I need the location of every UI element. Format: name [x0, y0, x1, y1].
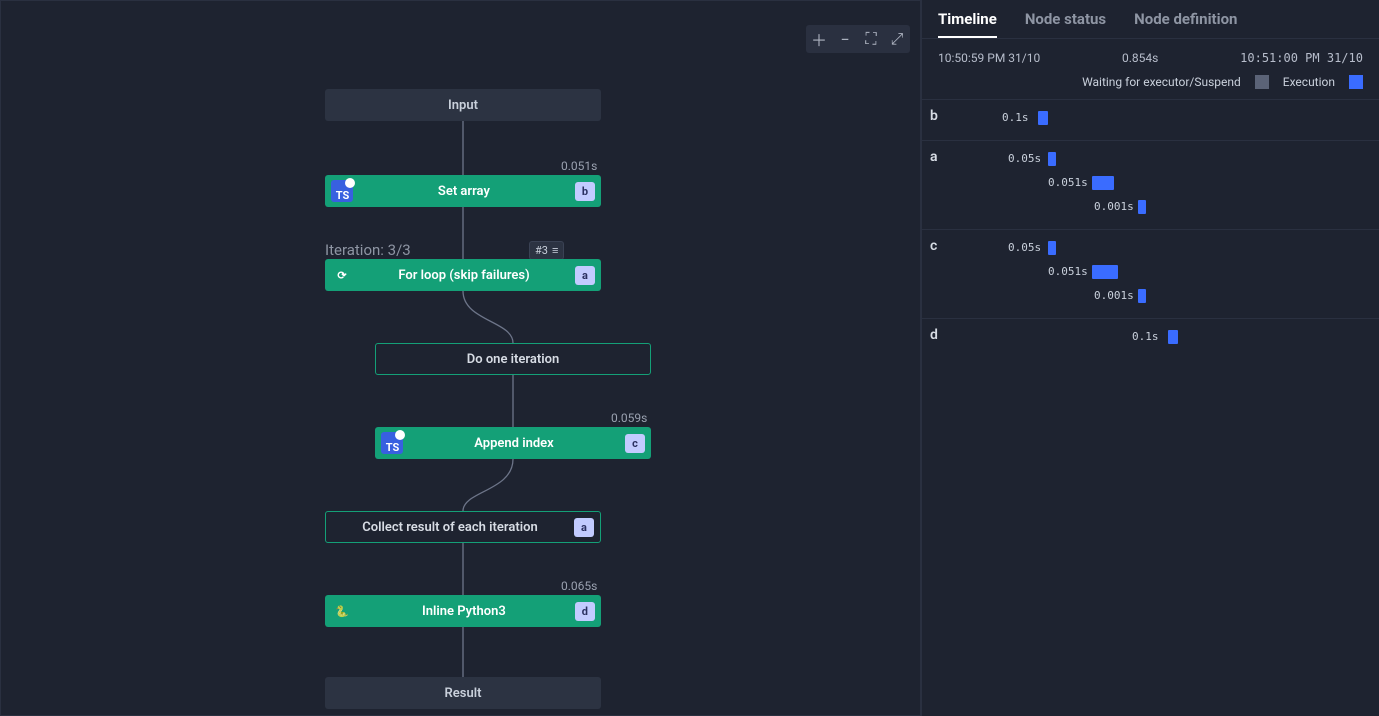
loop-icon: ⟳: [331, 264, 353, 286]
bar-duration: 0.05s: [1008, 152, 1041, 165]
node-badge: b: [575, 182, 595, 201]
timeline-bars: 0.1s: [948, 327, 1361, 351]
node-do-one-iteration[interactable]: Do one iteration: [375, 343, 651, 375]
tab-node-definition[interactable]: Node definition: [1134, 6, 1237, 38]
bar-duration: 0.051s: [1048, 265, 1088, 278]
fit-button[interactable]: ⛶: [858, 25, 884, 53]
timeline-row[interactable]: d 0.1s: [922, 318, 1379, 359]
node-label: For loop (skip failures): [353, 268, 575, 283]
bar-duration: 0.1s: [1002, 111, 1029, 124]
bar-duration: 0.05s: [1008, 241, 1041, 254]
timeline-bars: 0.05s 0.051s 0.001s: [948, 149, 1361, 221]
zoom-in-button[interactable]: ＋: [806, 25, 832, 53]
total-duration: 0.854s: [1122, 51, 1158, 65]
node-label: Inline Python3: [353, 604, 575, 619]
execution-bar: [1138, 200, 1146, 214]
legend-exec-label: Execution: [1283, 75, 1335, 89]
node-label: Do one iteration: [376, 352, 650, 367]
node-label: Collect result of each iteration: [326, 520, 574, 535]
node-badge: a: [575, 266, 595, 285]
node-label: Set array: [353, 184, 575, 199]
legend-wait-swatch: [1255, 75, 1269, 89]
tab-node-status[interactable]: Node status: [1025, 6, 1106, 38]
legend-exec-swatch: [1349, 75, 1363, 89]
timeline-row[interactable]: b 0.1s: [922, 99, 1379, 140]
timeline-header: 10:50:59 PM 31/10 0.854s 10:51:00 PM 31/…: [922, 39, 1379, 73]
execution-bar: [1048, 241, 1056, 255]
zoom-out-button[interactable]: −: [832, 25, 858, 53]
canvas-toolbar: ＋ − ⛶ ⤢: [806, 25, 910, 53]
duration-label: 0.065s: [561, 579, 597, 593]
tab-timeline[interactable]: Timeline: [938, 6, 997, 38]
tabs: Timeline Node status Node definition: [922, 0, 1379, 39]
node-badge: a: [574, 518, 594, 537]
plus-icon: ＋: [811, 27, 827, 51]
timeline-rows: b 0.1s a 0.05s 0.051s 0.001s c 0.05s 0.051s 0.001…: [922, 99, 1379, 359]
python-icon: 🐍: [331, 600, 353, 622]
iteration-number: #3: [535, 244, 548, 257]
fit-icon: ⛶: [865, 29, 876, 49]
end-time: 10:51:00 PM 31/10: [1240, 51, 1363, 65]
typescript-icon: TS: [331, 180, 353, 202]
execution-bar: [1048, 152, 1056, 166]
timeline-row-id: b: [930, 108, 948, 124]
execution-bar: [1138, 289, 1146, 303]
node-label: Input: [448, 98, 478, 113]
node-badge: d: [575, 602, 595, 621]
flow-area: Input 0.051s TS Set array b Iteration: 3…: [1, 1, 920, 715]
node-set-array[interactable]: TS Set array b: [325, 175, 601, 207]
filter-icon: ≡: [552, 244, 558, 257]
expand-button[interactable]: ⤢: [884, 25, 910, 53]
node-label: Result: [445, 686, 482, 701]
node-input[interactable]: Input: [325, 89, 601, 121]
node-for-loop[interactable]: ⟳ For loop (skip failures) a: [325, 259, 601, 291]
flow-canvas[interactable]: ＋ − ⛶ ⤢ Input 0.051s TS Set array b Iter…: [0, 0, 921, 716]
timeline-row[interactable]: a 0.05s 0.051s 0.001s: [922, 140, 1379, 229]
bar-duration: 0.1s: [1132, 330, 1159, 343]
execution-bar: [1038, 111, 1048, 125]
execution-bar: [1092, 265, 1118, 279]
timeline-row-id: a: [930, 149, 948, 165]
timeline-row[interactable]: c 0.05s 0.051s 0.001s: [922, 229, 1379, 318]
node-result[interactable]: Result: [325, 677, 601, 709]
minus-icon: −: [840, 30, 849, 49]
bar-duration: 0.001s: [1094, 289, 1134, 302]
timeline-legend: Waiting for executor/Suspend Execution: [922, 73, 1379, 99]
timeline-bars: 0.05s 0.051s 0.001s: [948, 238, 1361, 310]
expand-icon: ⤢: [891, 29, 904, 49]
bar-duration: 0.051s: [1048, 176, 1088, 189]
node-badge: c: [625, 434, 645, 453]
execution-bar: [1168, 330, 1178, 344]
timeline-row-id: d: [930, 327, 948, 343]
node-inline-python[interactable]: 🐍 Inline Python3 d: [325, 595, 601, 627]
side-panel: Timeline Node status Node definition 10:…: [921, 0, 1379, 716]
node-label: Append index: [403, 436, 625, 451]
start-time: 10:50:59 PM 31/10: [938, 51, 1040, 65]
iteration-pill[interactable]: #3 ≡: [529, 241, 564, 260]
iteration-label: Iteration: 3/3: [325, 241, 411, 259]
node-collect-result[interactable]: Collect result of each iteration a: [325, 511, 601, 543]
legend-wait-label: Waiting for executor/Suspend: [1082, 75, 1241, 89]
execution-bar: [1092, 176, 1114, 190]
node-append-index[interactable]: TS Append index c: [375, 427, 651, 459]
typescript-icon: TS: [381, 432, 403, 454]
bar-duration: 0.001s: [1094, 200, 1134, 213]
timeline-bars: 0.1s: [948, 108, 1361, 132]
duration-label: 0.059s: [611, 411, 647, 425]
timeline-row-id: c: [930, 238, 948, 254]
duration-label: 0.051s: [561, 159, 597, 173]
